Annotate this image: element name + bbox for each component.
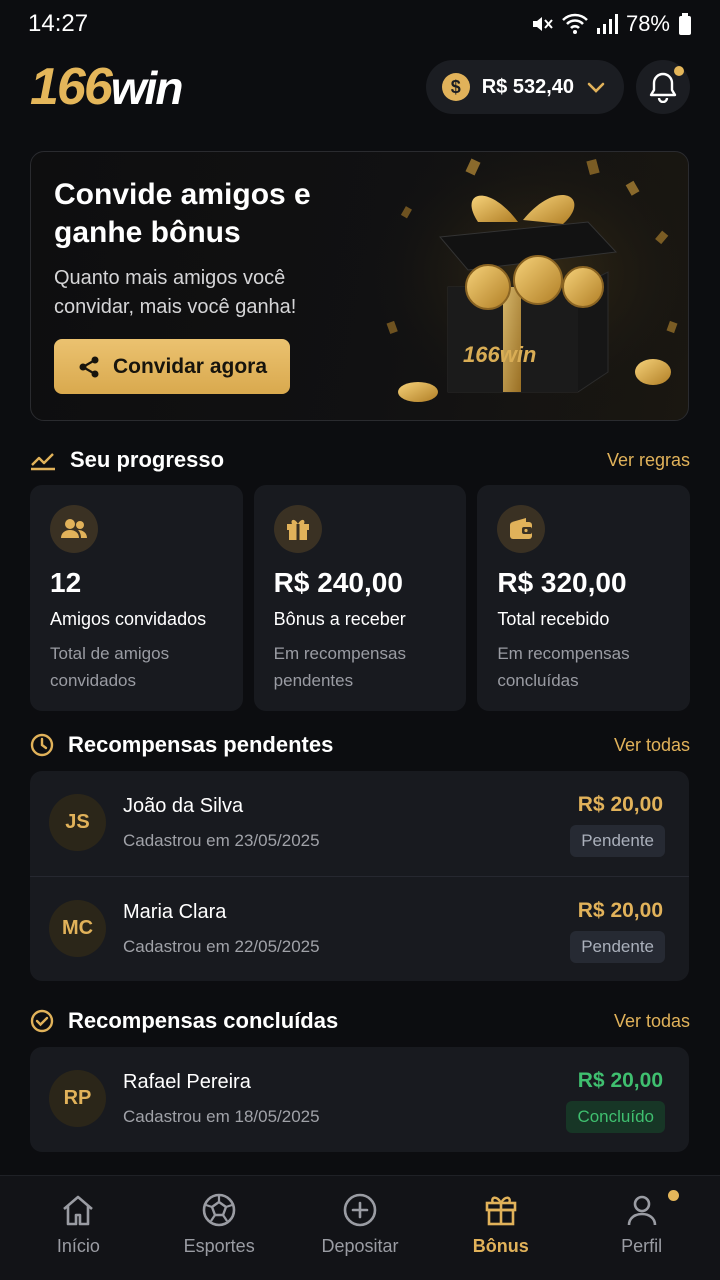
coin-icon: $ [441,73,470,101]
bottom-nav: Início Esportes Depositar Bônus Perfil [0,1175,720,1280]
card-description: Total de amigos convidados [50,644,170,690]
pending-section-header: Recompensas pendentes Ver todas [30,728,690,762]
avatar: MC [49,900,106,957]
card-description: Em recompensas concluídas [497,644,630,690]
nav-sports[interactable]: Esportes [154,1176,284,1280]
soccer-ball-icon [202,1193,236,1227]
check-circle-icon [30,1009,54,1033]
status-badge: Concluído [566,1101,665,1133]
status-time: 14:27 [28,10,89,37]
status-icons: 78% [530,11,692,37]
balance-dropdown[interactable]: $ R$ 532,40 [425,60,624,114]
battery-percent: 78% [625,11,670,36]
mute-icon [532,17,553,31]
card-value: 12 [50,567,82,598]
progress-card-bonus: R$ 240,00 Bônus a receber Em recompensas… [253,485,467,711]
nav-profile[interactable]: Perfil [577,1176,707,1280]
reward-amount: R$ 20,00 [577,1069,663,1092]
card-label: Total recebido [497,609,610,629]
signal-icon [596,14,618,34]
nav-label: Perfil [621,1236,663,1256]
nav-label: Esportes [183,1236,255,1256]
signup-date: Cadastrou em 18/05/2025 [123,1107,320,1126]
progress-card-total: R$ 320,00 Total recebido Em recompensas … [477,485,691,711]
signup-date: Cadastrou em 23/05/2025 [123,831,320,850]
gift-icon [273,505,322,553]
bell-icon [649,72,677,103]
avatar: JS [49,794,106,851]
balance-value: R$ 532,40 [481,75,574,98]
reward-amount: R$ 20,00 [577,793,663,816]
profile-notification-dot [667,1190,679,1201]
reward-amount: R$ 20,00 [577,899,663,922]
progress-section-header: Seu progresso Ver regras [30,443,690,477]
friend-name: João da Silva [123,795,244,817]
wifi-icon [562,13,588,34]
completed-list: RP Rafael Pereira Cadastrou em 18/05/202… [30,1047,689,1152]
users-icon [50,505,98,553]
status-bar: 14:27 78% [0,0,720,48]
nav-label: Bônus [472,1236,529,1256]
signup-date: Cadastrou em 22/05/2025 [123,937,320,956]
banner-subtitle: Quanto mais amigos você convidar, mais v… [54,267,297,318]
card-label: Amigos convidados [50,609,207,629]
avatar: RP [49,1070,106,1127]
clock-icon [30,733,54,757]
status-badge: Pendente [570,825,665,857]
trending-up-icon [31,453,55,471]
pending-list: JS João da Silva Cadastrou em 23/05/2025… [30,771,689,981]
progress-card-friends: 12 Amigos convidados Total de amigos con… [30,485,243,711]
share-icon [79,356,99,377]
progress-cards: 12 Amigos convidados Total de amigos con… [30,485,691,711]
completed-title: Recompensas concluídas [68,1008,339,1033]
notification-dot [674,66,684,76]
nav-deposit[interactable]: Depositar [295,1176,425,1280]
nav-label: Início [56,1236,100,1256]
gift-icon [485,1196,517,1226]
list-item[interactable]: MC Maria Clara Cadastrou em 22/05/2025 R… [30,876,689,981]
status-badge: Pendente [570,931,665,963]
list-item[interactable]: RP Rafael Pereira Cadastrou em 18/05/202… [30,1047,689,1152]
view-rules-link[interactable]: Ver regras [607,450,690,471]
friend-name: Maria Clara [123,901,227,923]
battery-icon [679,13,691,35]
home-icon [63,1195,94,1226]
chevron-down-icon [587,82,605,93]
notifications-button[interactable] [636,60,690,114]
plus-circle-icon [343,1193,377,1227]
view-all-pending-link[interactable]: Ver todas [614,735,690,756]
nav-bonus[interactable]: Bônus [436,1176,566,1280]
card-label: Bônus a receber [273,609,406,629]
view-all-completed-link[interactable]: Ver todas [614,1011,690,1032]
nav-label: Depositar [321,1236,399,1256]
logo-word: win [110,62,184,114]
list-item[interactable]: JS João da Silva Cadastrou em 23/05/2025… [30,771,689,876]
gift-box-image: 166win [358,152,688,420]
gift-box-logo: 166win [463,342,536,367]
invite-banner: 166win Convide amigos e ganhe bônus Quan… [30,151,689,421]
completed-section-header: Recompensas concluídas Ver todas [30,1004,690,1038]
card-description: Em recompensas pendentes [273,644,406,690]
wallet-icon [497,505,546,553]
app-header: 166 win $ R$ 532,40 [30,58,690,116]
logo[interactable]: 166 win [30,57,184,117]
invite-now-label: Convidar agora [112,354,268,378]
card-value: R$ 320,00 [497,567,627,598]
logo-number: 166 [30,58,113,116]
friend-name: Rafael Pereira [123,1071,251,1093]
progress-title: Seu progresso [70,447,225,472]
user-icon [627,1195,656,1226]
invite-now-button[interactable]: Convidar agora [54,339,290,394]
banner-title: Convide amigos e ganhe bônus [54,178,311,249]
nav-home[interactable]: Início [13,1176,143,1280]
pending-title: Recompensas pendentes [68,732,334,757]
card-value: R$ 240,00 [273,567,403,598]
